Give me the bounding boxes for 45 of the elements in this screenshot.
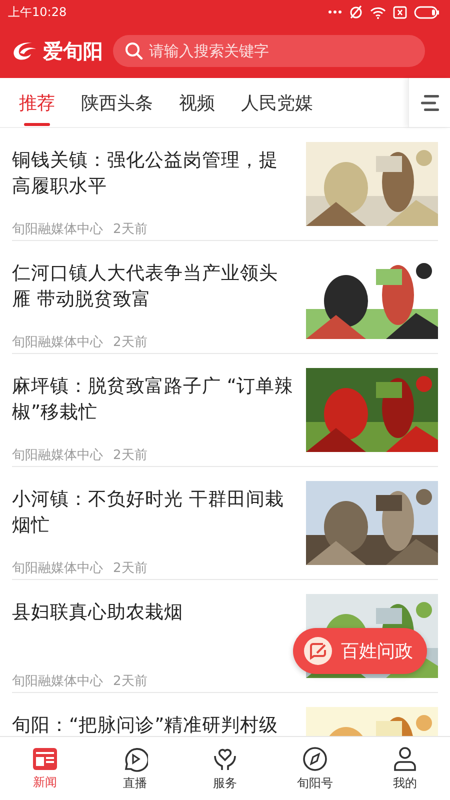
category-tab[interactable]: 人民党媒 <box>230 78 324 127</box>
news-time: 2天前 <box>113 560 148 577</box>
compass-icon <box>302 746 328 772</box>
search-field[interactable]: 请输入搜索关键字 <box>113 35 425 67</box>
news-time: 2天前 <box>113 221 148 238</box>
news-item[interactable]: 小河镇：不负好时光 干群田间栽烟忙 旬阳融媒体中心 2天前 <box>12 467 438 580</box>
nav-tab[interactable]: 我的 <box>370 737 440 800</box>
category-tab[interactable]: 陕西头条 <box>70 78 164 127</box>
news-time: 2天前 <box>113 447 148 464</box>
news-item[interactable]: 仁河口镇人大代表争当产业领头雁 带动脱贫致富 旬阳融媒体中心 2天前 <box>12 241 438 354</box>
more-dots-icon <box>328 10 342 14</box>
nav-tab[interactable]: 服务 <box>190 737 260 800</box>
news-source: 旬阳融媒体中心 <box>12 334 103 351</box>
feedback-button[interactable]: 百姓问政 <box>293 628 427 674</box>
menu-icon <box>420 94 440 112</box>
menu-button[interactable] <box>408 78 450 127</box>
news-source: 旬阳融媒体中心 <box>12 221 103 238</box>
news-title: 旬阳：“把脉问诊”精准研判村级 <box>12 714 280 736</box>
news-source: 旬阳融媒体中心 <box>12 560 103 577</box>
news-time: 2天前 <box>113 673 148 690</box>
news-title: 麻坪镇：脱贫致富路子广 “订单辣椒”移栽忙 <box>12 375 294 425</box>
battery-icon <box>414 6 440 18</box>
news-item[interactable]: 铜钱关镇：强化公益岗管理，提高履职水平 旬阳融媒体中心 2天前 <box>12 128 438 241</box>
news-source: 旬阳融媒体中心 <box>12 447 103 464</box>
category-tab[interactable]: 视频 <box>168 78 226 127</box>
edit-note-icon <box>303 636 333 666</box>
play-bubble-icon <box>122 746 148 772</box>
app-logo-text: 爱旬阳 <box>43 38 103 64</box>
sim-blocked-icon <box>393 6 407 18</box>
news-title: 小河镇：不负好时光 干群田间栽烟忙 <box>12 488 285 538</box>
news-item[interactable]: 麻坪镇：脱贫致富路子广 “订单辣椒”移栽忙 旬阳融媒体中心 2天前 <box>12 354 438 467</box>
nav-tab[interactable]: 新闻 <box>10 737 80 800</box>
alarm-off-icon <box>349 5 363 19</box>
nav-tab[interactable]: 直播 <box>100 737 170 800</box>
nav-tab[interactable]: 旬阳号 <box>280 737 350 800</box>
news-title: 铜钱关镇：强化公益岗管理，提高履职水平 <box>12 149 279 199</box>
news-source: 旬阳融媒体中心 <box>12 673 103 690</box>
news-time: 2天前 <box>113 334 148 351</box>
news-title: 县妇联真心助农栽烟 <box>12 601 184 625</box>
newspaper-icon <box>32 746 58 770</box>
status-time: 上午10:28 <box>8 4 67 20</box>
category-tab[interactable]: 推荐 <box>8 78 66 127</box>
news-title: 仁河口镇人大代表争当产业领头雁 带动脱贫致富 <box>12 262 279 312</box>
person-icon <box>392 746 418 772</box>
wifi-icon <box>370 6 386 18</box>
